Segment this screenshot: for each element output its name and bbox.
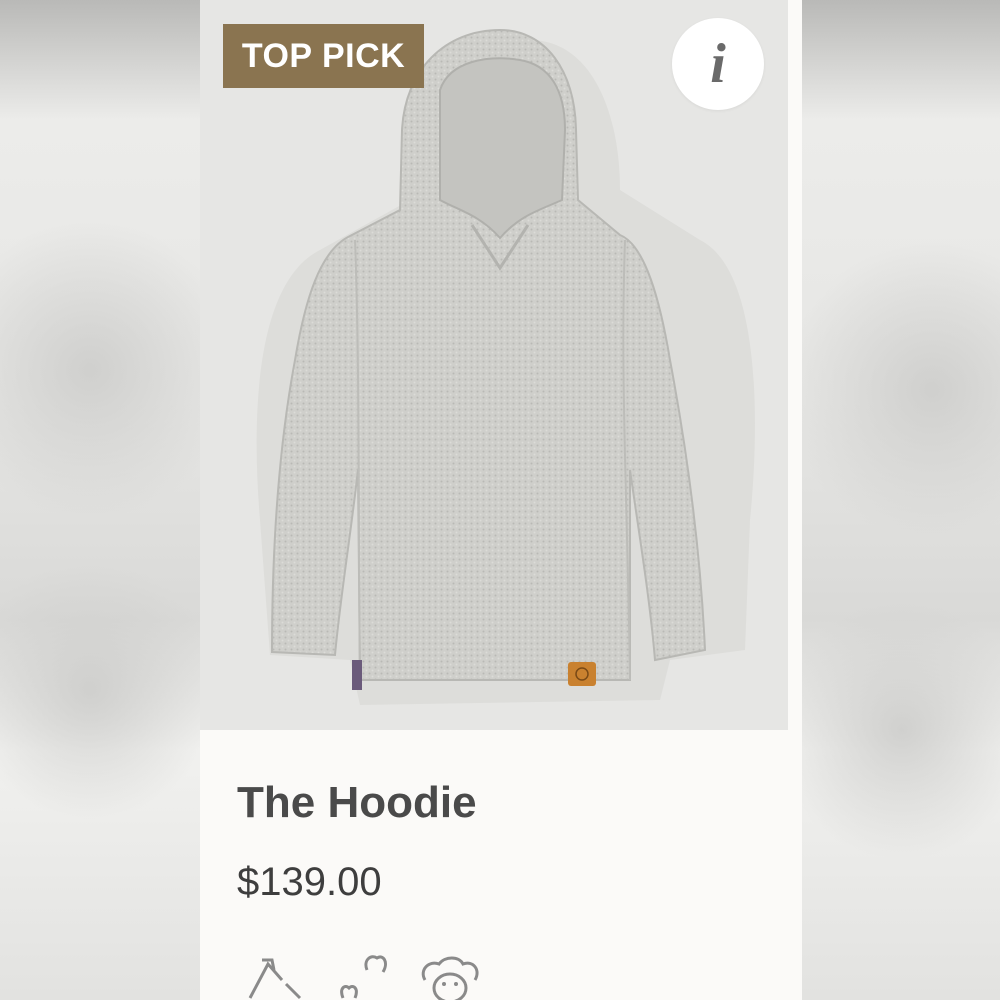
top-pick-badge: TOP PICK [223, 24, 424, 88]
hoof-icon [340, 955, 387, 999]
info-button[interactable]: i [672, 18, 764, 110]
recycle-icon [248, 958, 302, 1000]
product-name[interactable]: The Hoodie [237, 778, 477, 828]
background-blur-left [0, 0, 200, 1000]
sheep-icon [421, 956, 479, 1000]
product-price: $139.00 [237, 860, 382, 904]
product-image[interactable]: TOP PICK i [200, 0, 788, 730]
feature-icons [240, 950, 500, 1000]
hoodie-illustration [256, 28, 755, 705]
background-blur-right [802, 0, 1000, 1000]
product-card[interactable]: TOP PICK i The Hoodie $139.00 [200, 0, 802, 1000]
info-icon: i [710, 33, 726, 95]
